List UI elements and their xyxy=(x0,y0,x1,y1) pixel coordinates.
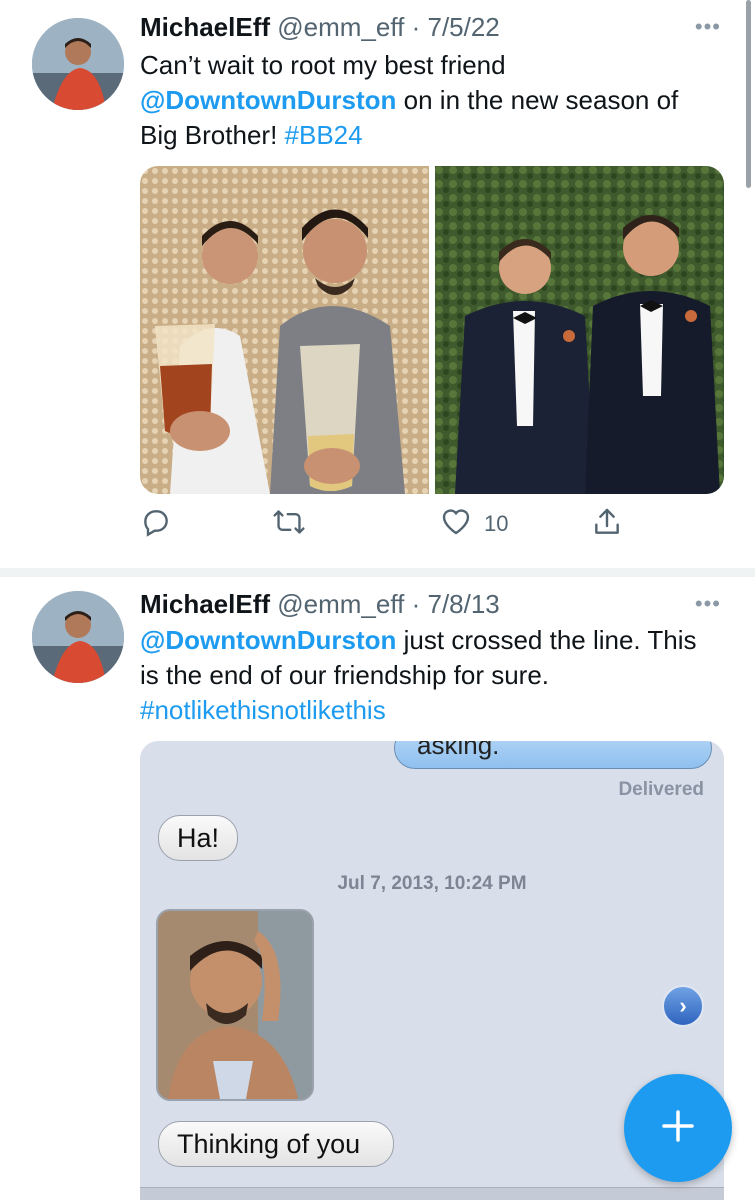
author-name[interactable]: MichaelEff xyxy=(140,589,270,619)
tweet-date[interactable]: 7/5/22 xyxy=(427,12,499,42)
author-name[interactable]: MichaelEff xyxy=(140,12,270,42)
message-timestamp: Jul 7, 2013, 10:24 PM xyxy=(337,873,527,894)
outgoing-message-bubble: asking. xyxy=(394,741,712,769)
tweet-date[interactable]: 7/8/13 xyxy=(427,589,499,619)
more-options-icon[interactable]: ••• xyxy=(695,591,721,617)
incoming-message-text: Ha! xyxy=(177,823,220,853)
separator: · xyxy=(411,589,421,619)
tweet[interactable]: MichaelEff @emm_eff · 7/5/22 ••• Can’t w… xyxy=(0,0,755,568)
author-handle[interactable]: @emm_eff xyxy=(277,12,404,42)
photo-2[interactable] xyxy=(435,166,724,494)
incoming-message-text: Thinking of you xyxy=(177,1129,361,1159)
like-button[interactable]: 10 xyxy=(440,506,508,542)
like-count: 10 xyxy=(484,511,509,536)
delivered-status: Delivered xyxy=(618,779,704,800)
tweet-divider xyxy=(0,568,755,577)
compose-tweet-button[interactable] xyxy=(624,1074,732,1182)
photo-1[interactable] xyxy=(140,166,429,494)
tweet-header: MichaelEff @emm_eff · 7/8/13 xyxy=(140,589,500,620)
share-icon xyxy=(592,506,622,544)
separator: · xyxy=(411,12,421,42)
hashtag-link[interactable]: #notlikethisnotlikethis xyxy=(140,695,386,725)
tweet-text-part: Can’t wait to root my best friend xyxy=(140,50,506,80)
tweet-header: MichaelEff @emm_eff · 7/5/22 xyxy=(140,12,500,43)
mention-link[interactable]: @DowntownDurston xyxy=(140,625,396,655)
incoming-message-bubble: Thinking of you xyxy=(158,1121,394,1167)
chevron-right-icon[interactable]: › xyxy=(662,985,704,1027)
tweet-text: Can’t wait to root my best friend @Downt… xyxy=(140,48,720,153)
reply-icon xyxy=(140,506,172,544)
tweet-actions: 10 xyxy=(140,506,660,546)
author-handle[interactable]: @emm_eff xyxy=(277,589,404,619)
mention-link[interactable]: @DowntownDurston xyxy=(140,85,396,115)
mms-photo xyxy=(156,909,314,1101)
sms-compose-bar xyxy=(140,1187,724,1200)
reply-button[interactable] xyxy=(140,506,172,544)
avatar[interactable] xyxy=(32,591,124,683)
heart-icon xyxy=(440,506,472,542)
retweet-icon xyxy=(272,506,306,544)
tweet-text: @DowntownDurston just crossed the line. … xyxy=(140,623,720,728)
incoming-message-bubble: Ha! xyxy=(158,815,238,861)
retweet-button[interactable] xyxy=(272,506,306,544)
plus-icon xyxy=(658,1106,698,1151)
more-options-icon[interactable]: ••• xyxy=(695,14,721,40)
outgoing-message-text: asking. xyxy=(417,741,500,760)
share-button[interactable] xyxy=(592,506,622,544)
avatar[interactable] xyxy=(32,18,124,110)
scrollbar[interactable] xyxy=(746,0,751,188)
tweet-media xyxy=(140,166,724,494)
hashtag-link[interactable]: #BB24 xyxy=(285,120,363,150)
